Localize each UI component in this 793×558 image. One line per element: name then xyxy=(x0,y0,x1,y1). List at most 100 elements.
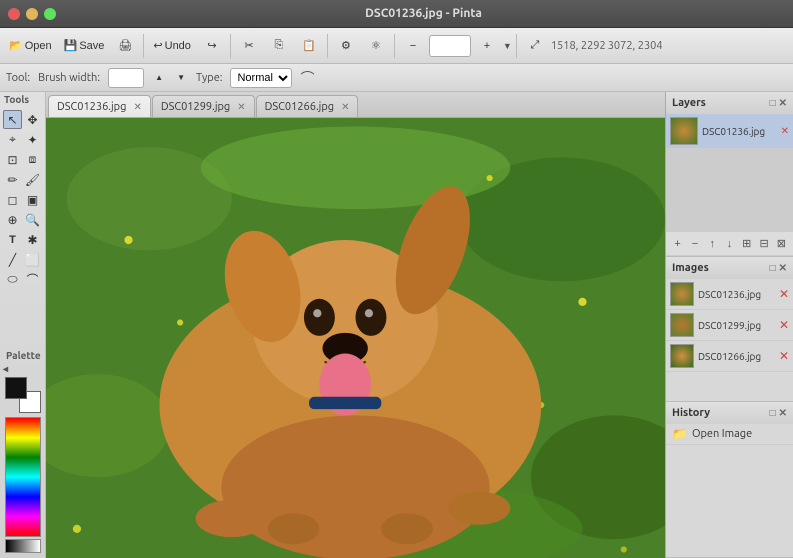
save-button[interactable]: 💾 Save xyxy=(59,32,110,60)
sep2 xyxy=(230,34,231,58)
layers-icon2[interactable]: ✕ xyxy=(779,97,787,109)
brush-down-button[interactable]: ▼ xyxy=(174,71,188,85)
palette-label: Palette ◂ xyxy=(3,349,41,375)
undo-button[interactable]: ↩ Undo xyxy=(148,32,196,60)
tool-move[interactable]: ✥ xyxy=(23,110,42,129)
fg-color-swatch[interactable] xyxy=(5,377,27,399)
tool-color-picker[interactable]: ⊕ xyxy=(3,210,22,229)
tab-dsc01266[interactable]: DSC01266.jpg ✕ xyxy=(256,95,359,117)
image-delete-2[interactable]: ✕ xyxy=(779,318,789,332)
undo-icon: ↩ xyxy=(153,39,162,52)
color-gradient[interactable] xyxy=(5,417,41,537)
tool-zoom[interactable]: 🔍 xyxy=(23,210,42,229)
grayscale-bar[interactable] xyxy=(5,539,41,553)
brush-width-input[interactable]: 2 xyxy=(108,68,144,88)
canvas-area: DSC01236.jpg ✕ DSC01299.jpg ✕ DSC01266.j… xyxy=(46,92,665,558)
history-item-open-image[interactable]: 📁 Open Image xyxy=(666,424,793,445)
adjust-button[interactable]: ⚛ xyxy=(362,32,390,60)
layer-visibility-icon[interactable]: ✕ xyxy=(781,125,789,137)
adjust-icon: ⚛ xyxy=(371,39,381,52)
layers-title: Layers xyxy=(672,97,706,109)
layers-section: Layers □ ✕ DSC01236.jpg ✕ + − ↑ xyxy=(666,92,793,257)
copy-button[interactable]: ⎘ xyxy=(265,32,293,60)
layer-duplicate-button[interactable]: ⊞ xyxy=(739,235,754,253)
history-icon2[interactable]: ✕ xyxy=(779,407,787,419)
image-item-dsc01266[interactable]: DSC01266.jpg ✕ xyxy=(666,341,793,372)
tool-crop[interactable]: ⊡ xyxy=(3,150,22,169)
images-icon1[interactable]: □ xyxy=(770,262,776,274)
layers-icon1[interactable]: □ xyxy=(770,97,776,109)
tool-rect-select[interactable]: ⬜ xyxy=(23,250,42,269)
image-name-3: DSC01266.jpg xyxy=(698,351,775,362)
tab-dsc01236[interactable]: DSC01236.jpg ✕ xyxy=(48,95,151,117)
cut-button[interactable]: ✂ xyxy=(235,32,263,60)
layer-name: DSC01236.jpg xyxy=(702,126,777,137)
tool-bucket[interactable]: ▣ xyxy=(23,190,42,209)
canvas-container[interactable] xyxy=(46,118,665,558)
effects-button[interactable]: ⚙ xyxy=(332,32,360,60)
close-button[interactable] xyxy=(8,8,20,20)
layer-down-button[interactable]: ↓ xyxy=(722,235,737,253)
cut-icon: ✂ xyxy=(244,39,253,52)
minimize-button[interactable] xyxy=(26,8,38,20)
zoom-in-button[interactable]: + xyxy=(473,32,501,60)
tool-paintbrush[interactable]: 🖌 xyxy=(23,170,42,189)
save-icon: 💾 xyxy=(64,39,78,52)
tool-text[interactable]: T xyxy=(3,230,22,249)
tab-dsc01236-close[interactable]: ✕ xyxy=(133,101,141,113)
resize-button[interactable]: ⤢ xyxy=(521,32,549,60)
right-panel: Layers □ ✕ DSC01236.jpg ✕ + − ↑ xyxy=(665,92,793,558)
image-delete-1[interactable]: ✕ xyxy=(779,287,789,301)
layers-toolbar: + − ↑ ↓ ⊞ ⊟ ⊠ xyxy=(666,232,793,256)
tool-shape[interactable]: ✱ xyxy=(23,230,42,249)
brush-up-button[interactable]: ▲ xyxy=(152,71,166,85)
image-delete-3[interactable]: ✕ xyxy=(779,349,789,363)
zoom-in-icon: + xyxy=(484,40,490,52)
image-item-dsc01299[interactable]: DSC01299.jpg ✕ xyxy=(666,310,793,341)
print-button[interactable]: 🖨 xyxy=(111,32,139,60)
zoom-input[interactable]: 29% xyxy=(429,35,471,57)
titlebar: DSC01236.jpg - Pinta xyxy=(0,0,793,28)
resize-icon: ⤢ xyxy=(530,39,539,52)
tool-lasso[interactable]: ⌖ xyxy=(3,130,22,149)
layer-up-button[interactable]: ↑ xyxy=(705,235,720,253)
tool-eraser[interactable]: ◻ xyxy=(3,190,22,209)
palette-section: Palette ◂ xyxy=(0,346,45,558)
tool-pencil[interactable]: ✏ xyxy=(3,170,22,189)
layer-thumbnail xyxy=(670,117,698,145)
images-title: Images xyxy=(672,262,709,274)
tab-dsc01299-close[interactable]: ✕ xyxy=(237,101,245,113)
zoom-out-button[interactable]: − xyxy=(399,32,427,60)
layer-merge-button[interactable]: ⊟ xyxy=(756,235,771,253)
image-item-dsc01236[interactable]: DSC01236.jpg ✕ xyxy=(666,279,793,310)
tool-recolor[interactable]: ⧈ xyxy=(23,150,42,169)
type-select[interactable]: Normal xyxy=(230,68,292,88)
paste-button[interactable]: 📋 xyxy=(295,32,323,60)
layer-flatten-button[interactable]: ⊠ xyxy=(774,235,789,253)
image-list: DSC01236.jpg ✕ DSC01299.jpg ✕ DSC01266.j… xyxy=(666,279,793,401)
coords-display2: 3072, 2304 xyxy=(608,40,663,52)
tool-freeform[interactable]: ⌒ xyxy=(23,270,42,289)
open-button[interactable]: 📂 Open xyxy=(4,32,57,60)
tool-ellipse-select[interactable]: ⬭ xyxy=(3,270,22,289)
tool-arrow[interactable]: ↖ xyxy=(3,110,22,129)
layer-item[interactable]: DSC01236.jpg ✕ xyxy=(666,114,793,149)
history-icon1[interactable]: □ xyxy=(770,407,776,419)
layer-delete-button[interactable]: − xyxy=(687,235,702,253)
print-icon: 🖨 xyxy=(118,39,132,52)
tab-dsc01299[interactable]: DSC01299.jpg ✕ xyxy=(152,95,255,117)
fg-bg-colors[interactable] xyxy=(5,377,41,413)
zoom-dropdown-arrow[interactable]: ▼ xyxy=(503,41,512,51)
images-icon2[interactable]: ✕ xyxy=(779,262,787,274)
tab-dsc01266-close[interactable]: ✕ xyxy=(341,101,349,113)
zoom-out-icon: − xyxy=(410,40,416,52)
brush-width-label: Brush width: xyxy=(38,72,100,84)
tool-magic-wand[interactable]: ✦ xyxy=(23,130,42,149)
redo-button[interactable]: ↪ xyxy=(198,32,226,60)
tool-line[interactable]: ╱ xyxy=(3,250,22,269)
tab-dsc01299-label: DSC01299.jpg xyxy=(161,101,230,113)
canvas-image xyxy=(46,118,665,558)
maximize-button[interactable] xyxy=(44,8,56,20)
layer-add-button[interactable]: + xyxy=(670,235,685,253)
tabs-bar: DSC01236.jpg ✕ DSC01299.jpg ✕ DSC01266.j… xyxy=(46,92,665,118)
